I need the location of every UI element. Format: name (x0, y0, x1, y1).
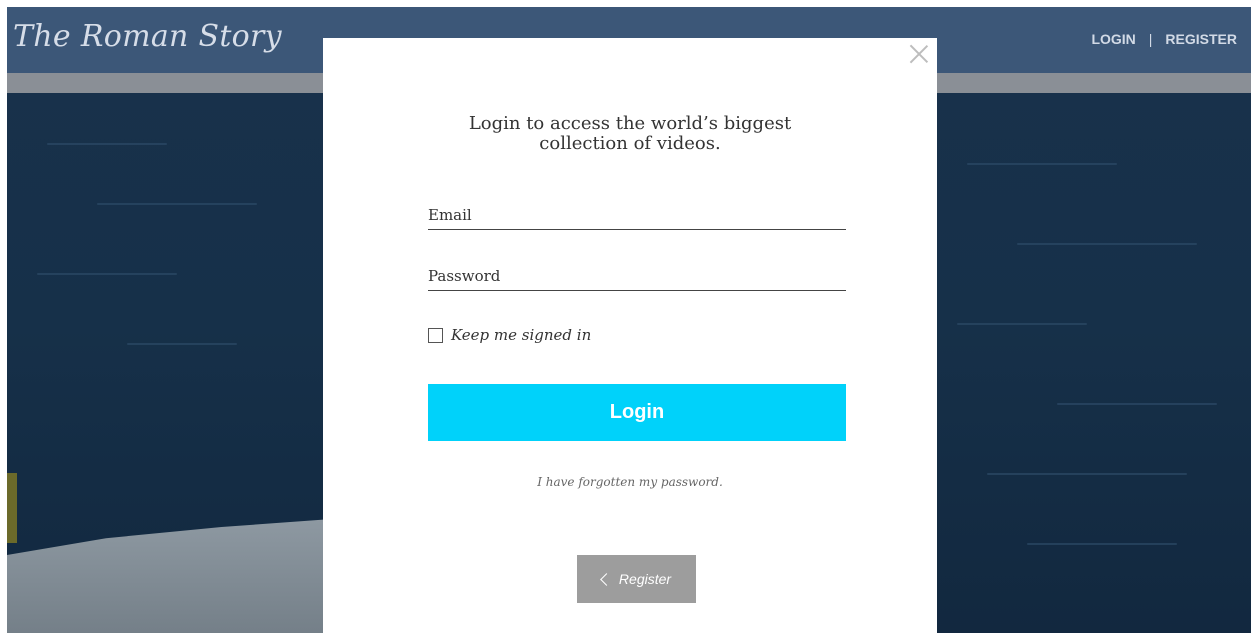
water-ripple (47, 143, 167, 145)
hero-rock (7, 518, 337, 633)
keep-signed-in-checkbox[interactable] (428, 327, 443, 343)
login-button[interactable]: Login (428, 384, 846, 441)
water-ripple (1027, 543, 1177, 545)
register-button[interactable]: Register (577, 555, 696, 603)
modal-title: Login to access the world’s biggest coll… (323, 114, 937, 154)
hero-yellow-accent (7, 473, 17, 543)
water-ripple (967, 163, 1117, 165)
app-frame: The Roman Story LOGIN | REGISTER Login t… (7, 7, 1251, 633)
chevron-left-icon (600, 572, 613, 586)
close-icon[interactable] (907, 42, 931, 66)
nav-register-link[interactable]: REGISTER (1165, 31, 1237, 47)
keep-signed-in-label[interactable]: Keep me signed in (451, 326, 591, 344)
water-ripple (37, 273, 177, 275)
register-button-label: Register (618, 571, 672, 587)
forgot-password-link[interactable]: I have forgotten my password. (323, 475, 937, 489)
water-ripple (987, 473, 1187, 475)
password-field[interactable] (428, 262, 846, 291)
water-ripple (957, 323, 1087, 325)
modal-title-line-2: collection of videos. (539, 133, 721, 154)
keep-signed-in-row[interactable]: Keep me signed in (428, 326, 591, 344)
site-logo[interactable]: The Roman Story (13, 19, 282, 54)
email-field[interactable] (428, 201, 846, 230)
nav-login-link[interactable]: LOGIN (1091, 31, 1135, 47)
water-ripple (1057, 403, 1217, 405)
water-ripple (1017, 243, 1197, 245)
nav-separator: | (1148, 31, 1153, 47)
modal-title-line-1: Login to access the world’s biggest (468, 113, 792, 134)
login-modal: Login to access the world’s biggest coll… (323, 38, 937, 633)
water-ripple (97, 203, 257, 205)
top-nav: LOGIN | REGISTER (1091, 31, 1237, 47)
water-ripple (127, 343, 237, 345)
